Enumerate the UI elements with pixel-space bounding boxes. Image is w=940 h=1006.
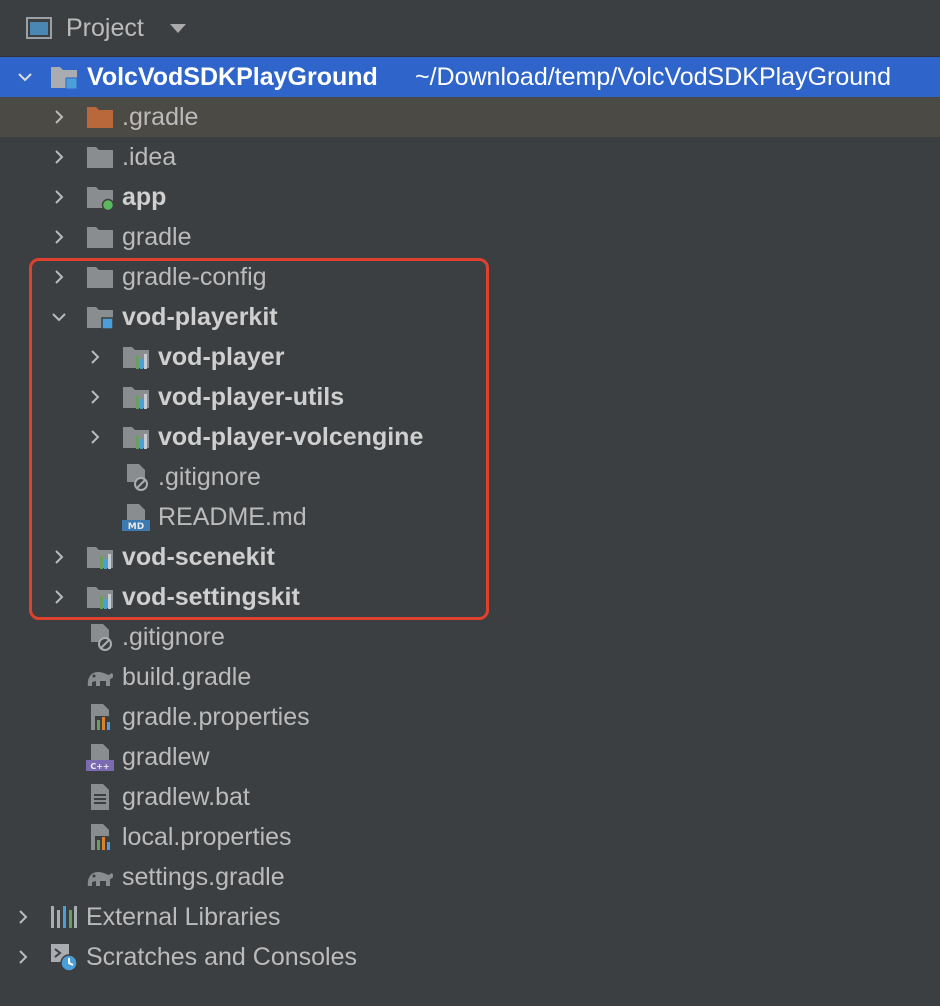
tree-item[interactable]: .gitignore xyxy=(0,457,940,497)
module-folder-icon xyxy=(51,67,78,90)
tree-item[interactable]: vod-playerkit xyxy=(0,297,940,337)
folder-icon xyxy=(87,227,113,248)
tree-item[interactable]: vod-scenekit xyxy=(0,537,940,577)
tree-item[interactable]: vod-player xyxy=(0,337,940,377)
tree-item-label: .gradle xyxy=(122,103,199,131)
tree-item[interactable]: vod-settingskit xyxy=(0,577,940,617)
gradle-elephant-icon xyxy=(87,672,113,686)
tree-item[interactable]: C++ gradlew xyxy=(0,737,940,777)
tree-item-label: gradle-config xyxy=(122,263,267,291)
tree-item[interactable]: gradlew.bat xyxy=(0,777,940,817)
chevron-down-icon[interactable] xyxy=(46,297,72,337)
scratches-icon xyxy=(51,944,78,972)
folder-icon xyxy=(87,267,113,288)
tree-item[interactable]: local.properties xyxy=(0,817,940,857)
properties-file-icon xyxy=(91,704,110,730)
tree-item-label: vod-player xyxy=(158,343,285,371)
tree-item-label: vod-player-utils xyxy=(158,383,345,411)
tree-item-label: build.gradle xyxy=(122,663,252,691)
cpp-file-icon: C++ xyxy=(86,744,114,771)
chevron-right-icon[interactable] xyxy=(82,337,108,377)
tree-item-label: gradle.properties xyxy=(122,703,310,731)
folder-icon xyxy=(87,147,113,168)
chevron-down-icon[interactable] xyxy=(12,57,38,97)
tree-item[interactable]: Scratches and Consoles xyxy=(0,937,940,977)
tree-item-label: settings.gradle xyxy=(122,863,285,891)
chevron-right-icon[interactable] xyxy=(46,257,72,297)
tree-root-row[interactable]: VolcVodSDKPlayGround ~/Download/temp/Vol… xyxy=(0,57,940,97)
chevron-right-icon[interactable] xyxy=(46,537,72,577)
tree-item-label: vod-playerkit xyxy=(122,303,278,331)
tree-item[interactable]: .gradle xyxy=(0,97,940,137)
tree-item-label: .gitignore xyxy=(122,623,225,651)
chevron-right-icon[interactable] xyxy=(46,217,72,257)
tree-item-label: vod-settingskit xyxy=(122,583,300,611)
tree-item[interactable]: settings.gradle xyxy=(0,857,940,897)
android-module-icon xyxy=(87,187,115,212)
properties-file-icon xyxy=(91,824,110,850)
ignored-file-icon xyxy=(91,624,112,651)
ignored-file-icon xyxy=(127,464,148,491)
chevron-right-icon[interactable] xyxy=(82,377,108,417)
chevron-right-icon[interactable] xyxy=(46,177,72,217)
tree-item-label: vod-scenekit xyxy=(122,543,275,571)
text-file-icon xyxy=(91,784,109,810)
tree-item[interactable]: .gitignore xyxy=(0,617,940,657)
project-tree: VolcVodSDKPlayGround ~/Download/temp/Vol… xyxy=(0,57,940,977)
tree-item-label: gradlew xyxy=(122,743,210,771)
cpp-badge: C++ xyxy=(90,762,109,771)
tree-item-label: External Libraries xyxy=(86,903,281,931)
root-project-path: ~/Download/temp/VolcVodSDKPlayGround xyxy=(415,63,891,91)
chevron-down-icon[interactable] xyxy=(169,23,186,33)
tree-item-label: README.md xyxy=(158,503,307,531)
tree-item[interactable]: MD README.md xyxy=(0,497,940,537)
tree-item[interactable]: gradle.properties xyxy=(0,697,940,737)
tree-item-label: gradle xyxy=(122,223,192,251)
tree-item[interactable]: vod-player-utils xyxy=(0,377,940,417)
tree-item[interactable]: app xyxy=(0,177,940,217)
library-module-icon xyxy=(87,547,113,569)
folder-orange-icon xyxy=(87,107,113,128)
tree-item[interactable]: build.gradle xyxy=(0,657,940,697)
markdown-file-icon: MD xyxy=(122,504,150,532)
tree-item-label: .idea xyxy=(122,143,177,171)
project-window-icon xyxy=(26,17,52,39)
tree-item[interactable]: gradle xyxy=(0,217,940,257)
root-project-name: VolcVodSDKPlayGround xyxy=(87,63,378,91)
chevron-right-icon[interactable] xyxy=(10,897,36,937)
chevron-right-icon[interactable] xyxy=(10,937,36,977)
tree-item[interactable]: .idea xyxy=(0,137,940,177)
markdown-badge: MD xyxy=(128,522,144,532)
chevron-right-icon[interactable] xyxy=(82,417,108,457)
tree-item-label: gradlew.bat xyxy=(122,783,250,811)
tree-item[interactable]: vod-player-volcengine xyxy=(0,417,940,457)
tree-item[interactable]: External Libraries xyxy=(0,897,940,937)
chevron-right-icon[interactable] xyxy=(46,137,72,177)
library-module-icon xyxy=(123,427,149,449)
tree-item-label: Scratches and Consoles xyxy=(86,943,357,971)
panel-title: Project xyxy=(66,13,144,42)
libraries-icon xyxy=(51,906,77,928)
tree-item-label: .gitignore xyxy=(158,463,261,491)
chevron-right-icon[interactable] xyxy=(46,577,72,617)
tree-item[interactable]: gradle-config xyxy=(0,257,940,297)
chevron-right-icon[interactable] xyxy=(46,97,72,137)
gradle-elephant-icon xyxy=(87,872,113,886)
tree-item-label: app xyxy=(122,183,167,211)
library-module-icon xyxy=(123,347,149,369)
tree-item-label: vod-player-volcengine xyxy=(158,423,424,451)
module-folder-icon xyxy=(87,307,114,330)
library-module-icon xyxy=(87,587,113,609)
library-module-icon xyxy=(123,387,149,409)
tree-item-label: local.properties xyxy=(122,823,292,851)
project-panel-header: Project xyxy=(0,0,940,57)
